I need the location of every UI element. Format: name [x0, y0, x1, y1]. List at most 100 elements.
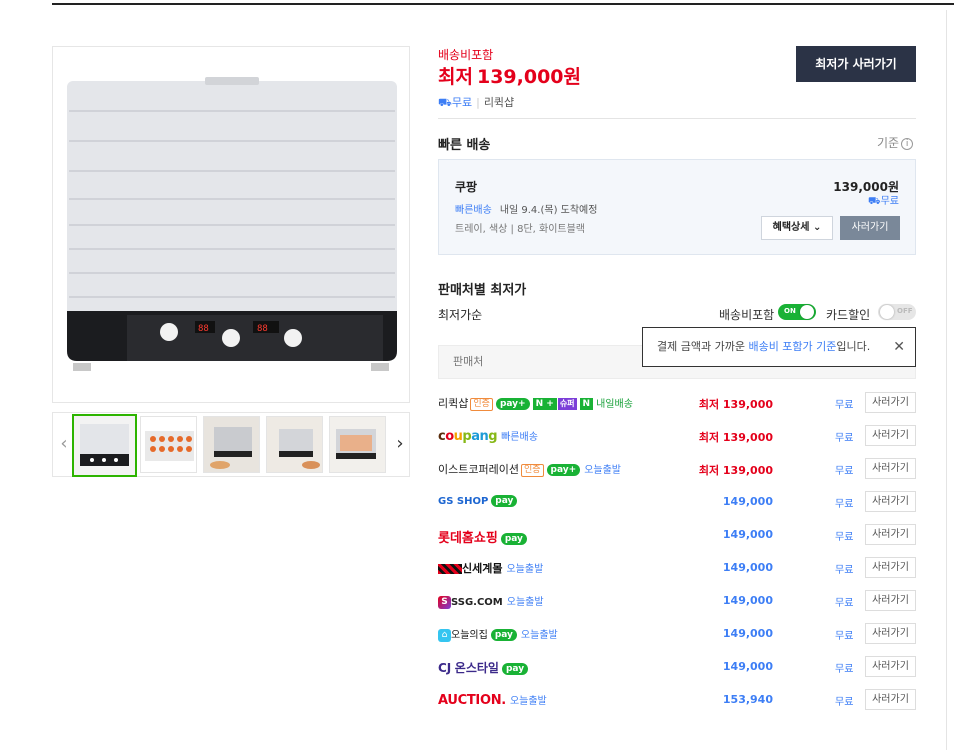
npay-badge: pay — [500, 533, 527, 545]
lowest-price-value: 139,000원 — [476, 66, 581, 88]
tomorrow-delivery-tag: 내일배송 — [596, 399, 633, 410]
seller-row[interactable]: S SSG.COM 오늘출발 149,000 무료 사러가기 — [438, 589, 916, 613]
buy-button[interactable]: 사러가기 — [865, 491, 916, 512]
lotte-homeshopping-logo: 롯데홈쇼핑 — [438, 531, 498, 546]
seller-price: 149,000 — [722, 561, 773, 574]
top-border — [52, 3, 954, 5]
card-toggle[interactable]: OFF — [878, 304, 916, 320]
npay-badge: pay — [491, 495, 518, 507]
shipping-toggle[interactable]: ON — [778, 304, 816, 320]
shipping-tooltip: 결제 금액과 가까운 배송비 포함가 기준입니다. ✕ — [642, 327, 916, 367]
fast-delivery-eta: 빠른배송 내일 9.4.(목) 도착예정 — [455, 201, 597, 216]
seller-price: 149,000 — [722, 594, 773, 607]
seller-cell[interactable]: S SSG.COM 오늘출발 — [438, 593, 544, 609]
ssg-stripe-icon — [438, 564, 462, 574]
lowest-price: 최저 139,000원 — [438, 62, 581, 89]
seller-shipping: 무료 — [835, 433, 854, 444]
free-shipping-text: 무료 — [451, 96, 473, 109]
shipping-toggle-label: 배송비포함 — [719, 308, 775, 322]
buy-button[interactable]: 사러가기 — [865, 623, 916, 644]
certified-badge: 인증 — [470, 397, 493, 411]
auction-logo: AUCTION. — [438, 693, 506, 708]
thumb-next-icon[interactable]: › — [393, 433, 407, 455]
buy-button[interactable]: 사러가기 — [865, 425, 916, 446]
seller-price: 최저 139,000 — [698, 431, 773, 444]
seller-row[interactable]: 롯데홈쇼핑 pay 149,000 무료 사러가기 — [438, 523, 916, 547]
seller-shipping: 무료 — [835, 631, 854, 642]
seller-cell[interactable]: 롯데홈쇼핑 pay — [438, 527, 527, 546]
seller-cell[interactable]: 리퀵샵 인증 pay+ N + 슈퍼 N 내일배송 — [438, 395, 633, 411]
seller-price: 149,000 — [722, 627, 773, 640]
buy-button[interactable]: 사러가기 — [865, 656, 916, 677]
npay-badge: pay — [490, 629, 517, 641]
seller-cell[interactable]: GS SHOP pay — [438, 494, 518, 507]
sort-label[interactable]: 최저가순 — [438, 306, 482, 323]
buy-button[interactable]: 사러가기 — [865, 458, 916, 479]
certified-badge: 인증 — [520, 463, 544, 477]
seller-shipping: 무료 — [835, 466, 854, 477]
seller-shipping: 무료 — [835, 400, 854, 411]
seller-name[interactable]: 리퀵샵 — [484, 96, 514, 109]
n-plus-badge: N + — [532, 398, 557, 410]
right-divider — [946, 10, 947, 750]
seller-row[interactable]: 리퀵샵 인증 pay+ N + 슈퍼 N 내일배송 최저 139,000 무료 사러가기 — [438, 391, 916, 415]
fast-buy-button[interactable]: 사러가기 — [840, 216, 900, 240]
eta-text: 내일 9.4.(목) 도착예정 — [499, 205, 598, 216]
fast-tag: 빠른배송 — [455, 205, 492, 216]
onstyle-logo: 온스타일 — [454, 661, 499, 675]
seller-cell[interactable]: 신세계몰 오늘출발 — [438, 560, 543, 576]
ssgcom-logo: SSG.COM — [451, 597, 503, 608]
toggle-off-text: OFF — [897, 307, 913, 315]
npay-plus-badge: pay+ — [495, 398, 530, 410]
criteria-info[interactable]: 기준 i — [877, 134, 914, 151]
thumbnail-4[interactable] — [266, 416, 323, 473]
seller-row[interactable]: coupang 빠른배송 최저 139,000 무료 사러가기 — [438, 424, 916, 448]
criteria-label: 기준 — [877, 136, 900, 150]
buy-button[interactable]: 사러가기 — [865, 590, 916, 611]
display-right: 88 — [257, 324, 268, 334]
benefit-detail-button[interactable]: 혜택상세 ⌄ — [761, 216, 833, 240]
seller-cell[interactable]: AUCTION. 오늘출발 — [438, 692, 547, 708]
seller-cell[interactable]: ⌂ 오늘의집 pay 오늘출발 — [438, 626, 558, 642]
fast-delivery-card: 쿠팡 139,000원 ⛟무료 빠른배송 내일 9.4.(목) 도착예정 트레이,… — [438, 159, 916, 255]
fast-delivery-title: 빠른 배송 — [438, 138, 491, 153]
shipping-summary: ⛟무료 | 리퀵샵 — [438, 96, 515, 109]
today-ship-tag: 오늘출발 — [509, 696, 547, 707]
fast-delivery-tag: 빠른배송 — [501, 432, 538, 443]
buy-button[interactable]: 사러가기 — [865, 689, 916, 710]
truck-icon: ⛟ — [868, 196, 881, 207]
toggle-on-text: ON — [784, 307, 796, 315]
seller-price: 149,000 — [722, 528, 773, 541]
seller-row[interactable]: AUCTION. 오늘출발 153,940 무료 사러가기 — [438, 688, 916, 712]
thumb-prev-icon[interactable]: ‹ — [57, 433, 71, 455]
info-icon[interactable]: i — [901, 137, 914, 150]
thumbnail-5[interactable] — [329, 416, 386, 473]
divider — [438, 118, 916, 119]
benefit-label: 혜택상세 — [772, 222, 810, 233]
seller-row[interactable]: 신세계몰 오늘출발 149,000 무료 사러가기 — [438, 556, 916, 580]
buy-lowest-button[interactable]: 최저가 사러가기 — [796, 46, 916, 82]
ssg-icon: S — [438, 595, 451, 609]
seller-row[interactable]: 이스트코퍼레이션 인증 pay+ 오늘출발 최저 139,000 무료 사러가기 — [438, 457, 916, 481]
seller-price: 149,000 — [722, 495, 773, 508]
seller-shipping: 무료 — [835, 499, 854, 510]
main-product-image[interactable]: 88 88 — [52, 46, 410, 403]
truck-icon: ⛟ — [438, 96, 452, 109]
seller-row[interactable]: GS SHOP pay 149,000 무료 사러가기 — [438, 490, 916, 514]
seller-cell[interactable]: CJ 온스타일 pay — [438, 659, 529, 676]
today-ship-tag: 오늘출발 — [520, 630, 558, 641]
thumbnail-2[interactable] — [140, 416, 197, 473]
thumbnail-1[interactable] — [72, 414, 137, 477]
close-icon[interactable]: ✕ — [893, 328, 905, 366]
npay-badge: pay — [501, 663, 529, 675]
buy-button[interactable]: 사러가기 — [865, 557, 916, 578]
buy-button[interactable]: 사러가기 — [865, 524, 916, 545]
seller-row[interactable]: CJ 온스타일 pay 149,000 무료 사러가기 — [438, 655, 916, 679]
tooltip-highlight: 배송비 포함가 기준 — [748, 340, 837, 353]
chevron-down-icon: ⌄ — [812, 222, 822, 233]
buy-button[interactable]: 사러가기 — [865, 392, 916, 413]
seller-row[interactable]: ⌂ 오늘의집 pay 오늘출발 149,000 무료 사러가기 — [438, 622, 916, 646]
seller-cell[interactable]: 이스트코퍼레이션 인증 pay+ 오늘출발 — [438, 461, 621, 477]
seller-cell[interactable]: coupang 빠른배송 — [438, 428, 538, 444]
thumbnail-3[interactable] — [203, 416, 260, 473]
